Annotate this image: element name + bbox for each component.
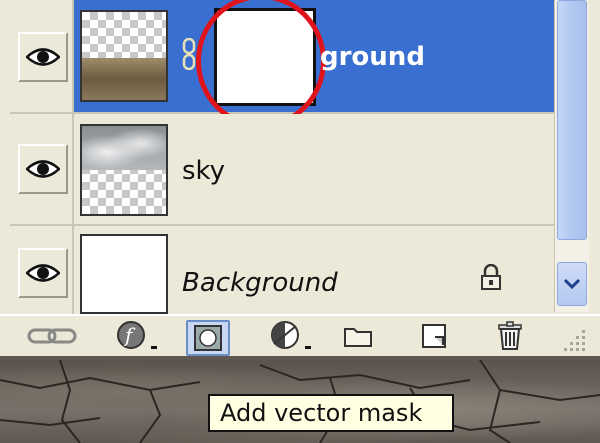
layer-row-ground[interactable]: ground	[10, 0, 554, 128]
layers-toolbar: f	[0, 314, 600, 356]
new-group-button[interactable]	[338, 320, 378, 352]
layer-name[interactable]: sky	[182, 156, 225, 186]
layer-style-button[interactable]: f	[110, 320, 162, 352]
layer-thumbnail[interactable]	[80, 10, 168, 102]
link-layers-button[interactable]	[24, 320, 80, 352]
delete-layer-button[interactable]	[490, 320, 530, 352]
mask-link-icon[interactable]	[182, 38, 196, 70]
layer-thumbnail[interactable]	[80, 124, 168, 216]
layer-thumbnail[interactable]	[80, 234, 168, 314]
visibility-cell	[10, 114, 74, 224]
adjustment-icon	[271, 321, 311, 349]
layer-name[interactable]: Background	[182, 268, 338, 298]
new-layer-button[interactable]	[414, 320, 454, 352]
lock-icon	[481, 264, 501, 290]
layers-panel: ground sky Background f	[0, 0, 600, 356]
layer-row-background[interactable]: Background	[10, 226, 554, 316]
trash-icon	[498, 321, 522, 350]
layer-name[interactable]: ground	[320, 42, 425, 72]
tooltip-text: Add vector mask	[220, 399, 423, 427]
adjustment-layer-button[interactable]	[262, 320, 318, 352]
scroll-thumb[interactable]	[557, 0, 587, 240]
resize-grip-icon[interactable]	[560, 324, 588, 352]
folder-icon	[344, 328, 372, 347]
chevron-down-icon	[563, 278, 581, 290]
eye-icon[interactable]	[18, 248, 68, 298]
vector-mask-icon	[194, 325, 222, 351]
scroll-down-button[interactable]	[557, 262, 587, 306]
layers-scrollbar[interactable]	[554, 0, 589, 312]
eye-icon[interactable]	[18, 32, 68, 82]
tooltip: Add vector mask	[208, 394, 454, 432]
add-vector-mask-button[interactable]	[186, 320, 230, 356]
highlight-circle	[196, 0, 326, 128]
layer-row-sky[interactable]: sky	[10, 114, 554, 226]
link-icon	[27, 328, 77, 344]
visibility-cell	[10, 226, 74, 314]
fx-icon: f	[117, 321, 157, 349]
eye-icon[interactable]	[18, 144, 68, 194]
visibility-cell	[10, 0, 74, 112]
new-layer-icon	[422, 324, 446, 348]
